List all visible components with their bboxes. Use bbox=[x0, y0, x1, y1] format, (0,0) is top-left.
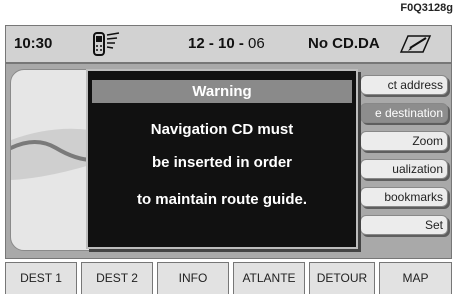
menu-item-label: Set bbox=[424, 218, 443, 232]
dialog-title: Warning bbox=[92, 80, 352, 103]
menu-item-label: ct address bbox=[387, 78, 443, 92]
menu-item-label: bookmarks bbox=[384, 190, 443, 204]
date-year: 06 bbox=[243, 35, 265, 52]
warning-dialog: Warning Navigation CD must be inserted i… bbox=[86, 69, 358, 249]
navigation-screen: F0Q3128g 10:30 12 - 10 - 06 No CD.DA ct … bbox=[0, 0, 457, 294]
status-bar: 10:30 12 - 10 - 06 No CD.DA bbox=[5, 25, 452, 63]
softkey-bar: DEST 1 DEST 2 INFO ATLANTE DETOUR MAP bbox=[5, 262, 452, 294]
menu-select-address[interactable]: ct address bbox=[360, 75, 448, 95]
menu-item-label: e destination bbox=[374, 106, 443, 120]
softkey-dest-1[interactable]: DEST 1 bbox=[5, 262, 77, 294]
softkey-info[interactable]: INFO bbox=[157, 262, 229, 294]
softkey-atlante[interactable]: ATLANTE bbox=[233, 262, 305, 294]
menu-visualization[interactable]: ualization bbox=[360, 159, 448, 179]
figure-code: F0Q3128g bbox=[400, 2, 453, 14]
menu-zoom[interactable]: Zoom bbox=[360, 131, 448, 151]
dialog-message-line-3: to maintain route guide. bbox=[136, 191, 307, 208]
dialog-message-line-1: Navigation CD must bbox=[150, 121, 294, 138]
menu-bookmarks[interactable]: bookmarks bbox=[360, 187, 448, 207]
clock-time: 10:30 bbox=[14, 35, 53, 52]
softkey-dest-2[interactable]: DEST 2 bbox=[81, 262, 153, 294]
mobile-phone-signal-icon bbox=[92, 31, 122, 57]
date-day-month: 12 - 10 - bbox=[188, 35, 244, 52]
softkey-map[interactable]: MAP bbox=[379, 262, 452, 294]
menu-item-label: Zoom bbox=[412, 134, 443, 148]
cd-status: No CD.DA bbox=[308, 35, 380, 52]
menu-enter-destination[interactable]: e destination bbox=[360, 103, 448, 123]
date-display: 12 - 10 - 06 bbox=[188, 35, 265, 52]
softkey-detour[interactable]: DETOUR bbox=[309, 262, 375, 294]
menu-item-label: ualization bbox=[392, 162, 443, 176]
pen-notepad-icon[interactable] bbox=[396, 30, 434, 58]
dialog-message-line-2: be inserted in order bbox=[151, 154, 293, 171]
menu-set[interactable]: Set bbox=[360, 215, 448, 235]
